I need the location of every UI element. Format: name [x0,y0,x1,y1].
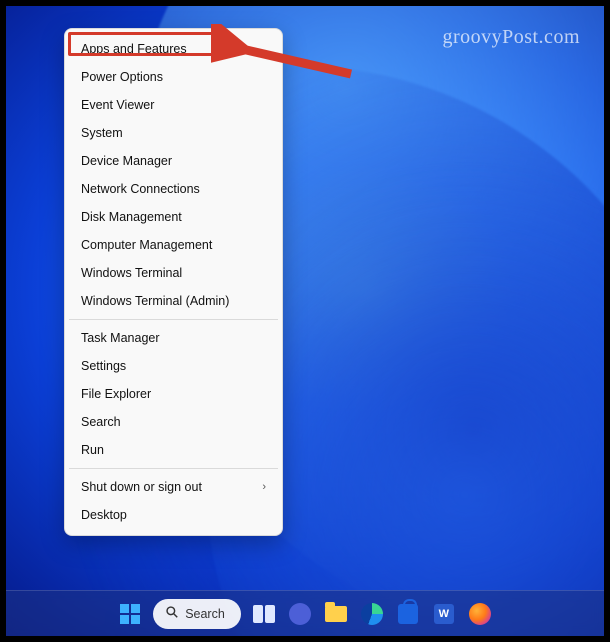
file-explorer-button[interactable] [323,601,349,627]
menu-item-windows-terminal-admin-[interactable]: Windows Terminal (Admin) [67,287,280,315]
menu-item-label: Shut down or sign out [81,480,202,494]
menu-item-label: File Explorer [81,387,151,401]
menu-item-label: Device Manager [81,154,172,168]
taskbar: Search W [6,590,604,636]
store-button[interactable] [395,601,421,627]
menu-item-event-viewer[interactable]: Event Viewer [67,91,280,119]
menu-item-label: Desktop [81,508,127,522]
taskbar-search-label: Search [185,607,225,621]
menu-item-system[interactable]: System [67,119,280,147]
winx-context-menu: Apps and Features Power Options Event View… [64,28,283,536]
menu-item-label: Computer Management [81,238,212,252]
menu-item-label: Disk Management [81,210,182,224]
menu-item-label: Search [81,415,121,429]
firefox-button[interactable] [467,601,493,627]
taskview-button[interactable] [251,601,277,627]
menu-separator [69,468,278,469]
menu-item-settings[interactable]: Settings [67,352,280,380]
menu-item-shut-down-or-sign-out[interactable]: Shut down or sign out › [67,473,280,501]
menu-item-label: Windows Terminal [81,266,182,280]
menu-item-computer-management[interactable]: Computer Management [67,231,280,259]
menu-item-label: Run [81,443,104,457]
menu-item-apps-and-features[interactable]: Apps and Features [67,35,280,63]
word-button[interactable]: W [431,601,457,627]
menu-item-power-options[interactable]: Power Options [67,63,280,91]
menu-item-label: Settings [81,359,126,373]
menu-item-desktop[interactable]: Desktop [67,501,280,529]
menu-item-network-connections[interactable]: Network Connections [67,175,280,203]
menu-item-label: System [81,126,123,140]
menu-separator [69,319,278,320]
desktop-background: groovyPost.com Apps and Features Power Op… [6,6,604,636]
menu-item-search[interactable]: Search [67,408,280,436]
menu-item-label: Network Connections [81,182,200,196]
edge-button[interactable] [359,601,385,627]
start-button[interactable] [117,601,143,627]
chat-button[interactable] [287,601,313,627]
search-icon [165,605,179,622]
watermark-text: groovyPost.com [442,26,580,49]
menu-item-task-manager[interactable]: Task Manager [67,324,280,352]
menu-item-device-manager[interactable]: Device Manager [67,147,280,175]
menu-item-label: Task Manager [81,331,160,345]
menu-item-run[interactable]: Run [67,436,280,464]
menu-item-file-explorer[interactable]: File Explorer [67,380,280,408]
menu-item-disk-management[interactable]: Disk Management [67,203,280,231]
taskbar-search[interactable]: Search [153,599,241,629]
menu-item-label: Apps and Features [81,42,187,56]
menu-item-label: Windows Terminal (Admin) [81,294,229,308]
menu-item-windows-terminal[interactable]: Windows Terminal [67,259,280,287]
chevron-right-icon: › [262,481,266,493]
menu-item-label: Event Viewer [81,98,154,112]
menu-item-label: Power Options [81,70,163,84]
